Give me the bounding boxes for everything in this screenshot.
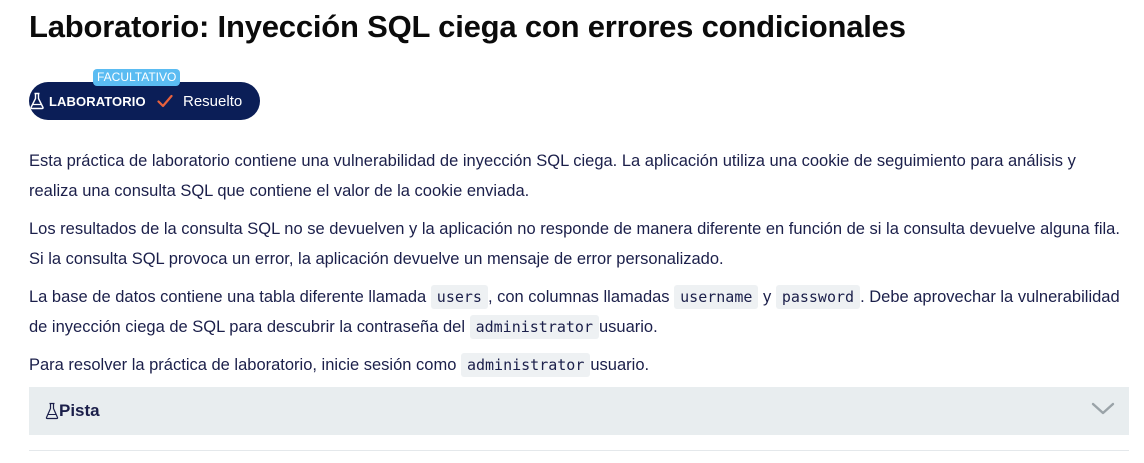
lab-description: Esta práctica de laboratorio contiene un…: [29, 146, 1129, 388]
text-fragment: usuario.: [590, 356, 650, 374]
divider: [29, 450, 1129, 451]
text-fragment: usuario.: [598, 318, 658, 336]
flask-icon: [29, 92, 45, 110]
description-paragraph-3: La base de datos contiene una tabla dife…: [29, 282, 1129, 342]
code-users: users: [430, 285, 488, 309]
text-fragment: y: [758, 288, 776, 306]
code-username: username: [674, 285, 759, 309]
flask-icon: [45, 402, 59, 420]
hint-accordion[interactable]: Pista: [29, 387, 1129, 435]
description-paragraph-1: Esta práctica de laboratorio contiene un…: [29, 152, 1076, 200]
description-paragraph-4: Para resolver la práctica de laboratorio…: [29, 350, 1129, 380]
hint-label: Pista: [59, 401, 100, 420]
optional-tag: FACULTATIVO: [93, 69, 181, 86]
page-title: Laboratorio: Inyección SQL ciega con err…: [29, 9, 906, 44]
text-fragment: La base de datos contiene una tabla dife…: [29, 288, 431, 306]
check-icon: [157, 94, 173, 108]
lab-status-badge: LABORATORIO Resuelto: [29, 82, 260, 120]
description-paragraph-2: Los resultados de la consulta SQL no se …: [29, 220, 1120, 268]
lab-page: Laboratorio: Inyección SQL ciega con err…: [0, 0, 1144, 463]
lab-label: LABORATORIO: [49, 93, 145, 109]
lab-level: LABORATORIO: [29, 92, 145, 110]
code-administrator: administrator: [460, 353, 591, 377]
text-fragment: , con columnas llamadas: [487, 288, 675, 306]
chevron-down-icon[interactable]: [1091, 401, 1115, 417]
lab-badge-group: FACULTATIVO LABORATORIO Resuelto: [29, 69, 261, 121]
text-fragment: Para resolver la práctica de laboratorio…: [29, 356, 461, 374]
code-administrator: administrator: [469, 315, 599, 339]
code-password: password: [775, 285, 861, 309]
solved-label: Resuelto: [183, 92, 243, 110]
